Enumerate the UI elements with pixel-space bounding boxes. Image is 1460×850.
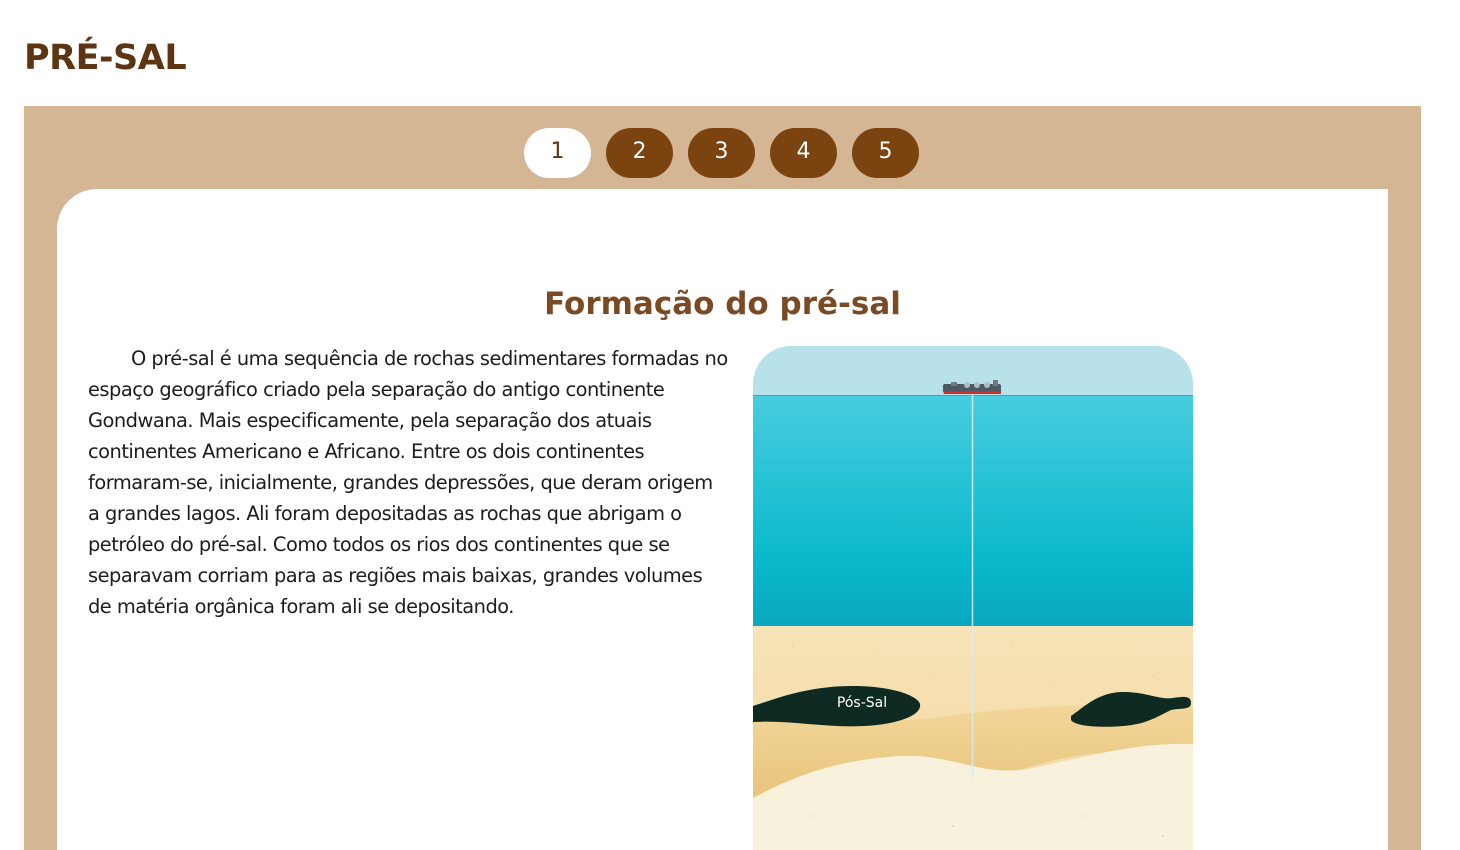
body-paragraph: O pré-sal é uma sequência de rochas sedi…	[88, 347, 728, 618]
page-button-5[interactable]: 5	[852, 128, 919, 178]
page-pagination: 1 2 3 4 5	[524, 128, 919, 178]
page-button-2[interactable]: 2	[606, 128, 673, 178]
presal-illustration: Pós-Sal	[753, 346, 1193, 850]
page-button-1[interactable]: 1	[524, 128, 591, 178]
page-button-3[interactable]: 3	[688, 128, 755, 178]
section-heading: Formação do pré-sal	[544, 286, 901, 322]
postsal-label: Pós-Sal	[837, 695, 887, 711]
page-button-4[interactable]: 4	[770, 128, 837, 178]
page-title: PRÉ-SAL	[24, 38, 187, 78]
